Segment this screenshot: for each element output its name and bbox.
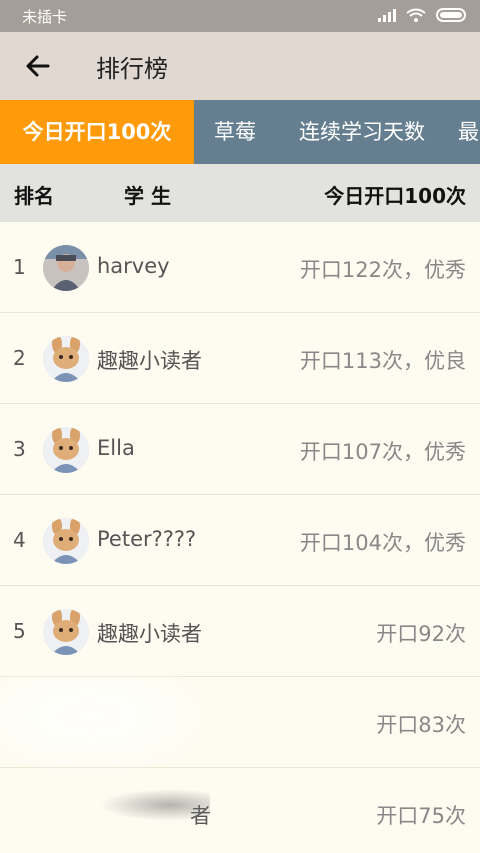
row-score: 开口122次，优秀 bbox=[299, 258, 466, 282]
row-rank: 1 bbox=[13, 255, 26, 279]
row-score: 开口83次 bbox=[376, 713, 466, 737]
rabbit-avatar-icon bbox=[43, 336, 89, 382]
row-score: 开口75次 bbox=[376, 804, 466, 828]
back-arrow-icon[interactable] bbox=[22, 50, 54, 82]
row-name: Ella bbox=[97, 436, 135, 460]
row-score: 开口104次，优秀 bbox=[299, 531, 466, 555]
rabbit-avatar-icon bbox=[43, 518, 89, 564]
table-row[interactable]: 3 Ella 开口107次，优秀 bbox=[0, 404, 480, 495]
table-row[interactable]: 5 趣趣小读者 开口92次 bbox=[0, 586, 480, 677]
tab-today-100[interactable]: 今日开口100次 bbox=[0, 100, 194, 164]
header-rank: 排名 bbox=[14, 184, 54, 208]
table-row[interactable]: 4 Peter???? 开口104次，优秀 bbox=[0, 495, 480, 586]
rabbit-avatar-icon bbox=[43, 427, 89, 473]
header-count: 今日开口100次 bbox=[324, 184, 466, 208]
rabbit-avatar-icon bbox=[43, 609, 89, 655]
table-header: 排名 学 生 今日开口100次 bbox=[0, 164, 480, 222]
table-row[interactable]: 者 开口75次 bbox=[0, 768, 480, 853]
row-name: 者 bbox=[190, 804, 211, 828]
tab-bar: 今日开口100次 草莓 连续学习天数 最 bbox=[0, 100, 480, 164]
table-row[interactable]: 开口83次 bbox=[0, 677, 480, 768]
child-photo-icon bbox=[43, 245, 89, 291]
row-rank: 2 bbox=[13, 346, 26, 370]
header-student: 学 生 bbox=[124, 184, 171, 208]
status-bar: 未插卡 bbox=[0, 0, 480, 32]
page-title: 排行榜 bbox=[96, 55, 168, 83]
ranking-list: 1 harvey 开口122次，优秀 2 趣趣小读者 开口113次，优良 3 E… bbox=[0, 222, 480, 853]
app-bar: 排行榜 bbox=[0, 32, 480, 100]
avatar bbox=[43, 518, 89, 564]
status-icons bbox=[378, 8, 466, 22]
row-name: Peter???? bbox=[97, 527, 197, 551]
avatar bbox=[43, 609, 89, 655]
tab-consecutive-days[interactable]: 连续学习天数 bbox=[299, 100, 425, 164]
row-name: harvey bbox=[97, 254, 170, 278]
row-rank: 5 bbox=[13, 619, 26, 643]
row-score: 开口92次 bbox=[376, 622, 466, 646]
signal-icon bbox=[378, 8, 396, 22]
tab-strawberry[interactable]: 草莓 bbox=[214, 100, 256, 164]
row-name: 趣趣小读者 bbox=[97, 622, 202, 646]
avatar bbox=[43, 336, 89, 382]
row-rank: 3 bbox=[13, 437, 26, 461]
table-row[interactable]: 1 harvey 开口122次，优秀 bbox=[0, 222, 480, 313]
tab-more[interactable]: 最 bbox=[458, 100, 479, 164]
row-score: 开口107次，优秀 bbox=[299, 440, 466, 464]
wifi-icon bbox=[406, 8, 426, 22]
row-score: 开口113次，优良 bbox=[299, 349, 466, 373]
carrier-label: 未插卡 bbox=[22, 8, 68, 26]
avatar bbox=[43, 245, 89, 291]
table-row[interactable]: 2 趣趣小读者 开口113次，优良 bbox=[0, 313, 480, 404]
battery-icon bbox=[436, 8, 466, 22]
row-rank: 4 bbox=[13, 528, 26, 552]
avatar bbox=[43, 427, 89, 473]
row-name: 趣趣小读者 bbox=[97, 349, 202, 373]
